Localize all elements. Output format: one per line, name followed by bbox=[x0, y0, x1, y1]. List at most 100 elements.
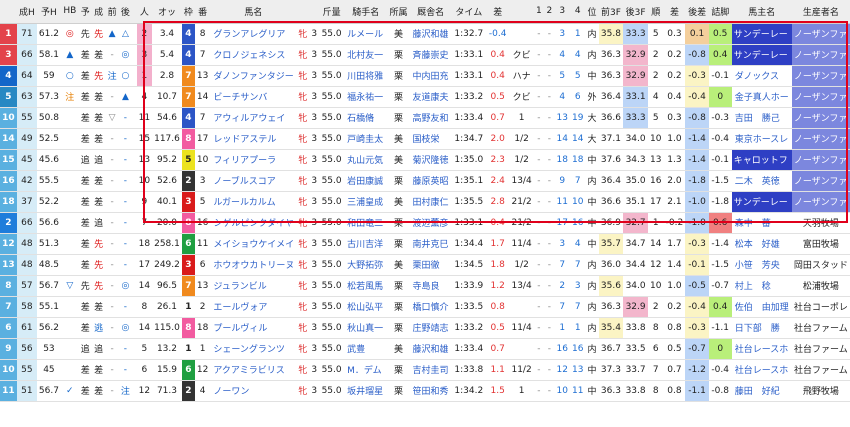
column-header[interactable]: 順 bbox=[647, 0, 664, 24]
owner-link: 藤田 好紀 bbox=[731, 380, 792, 402]
cell-ato3: 32.9 bbox=[623, 44, 648, 66]
column-header[interactable]: 3 bbox=[554, 0, 570, 24]
cell-p2: - bbox=[544, 212, 555, 234]
cell-ban: 13 bbox=[194, 65, 211, 87]
column-header[interactable]: タイム bbox=[451, 0, 486, 24]
column-header[interactable] bbox=[509, 0, 534, 24]
column-header[interactable]: 生産者名 bbox=[791, 0, 850, 24]
column-header[interactable]: 差 bbox=[485, 0, 510, 24]
cell-ninki: 10 bbox=[136, 170, 153, 192]
column-header[interactable]: 枠 bbox=[181, 0, 195, 24]
cell-sa: 1.4 bbox=[663, 254, 686, 276]
table-row[interactable]: 12 48 51.3 差先 - -18 258.1 6 11 メイショウケイメイ牝 3 55.0 古川吉… bbox=[0, 233, 850, 255]
column-header[interactable]: 成 bbox=[91, 0, 106, 24]
table-row[interactable]: 15 45 45.6 追追 - -13 95.2 5 10 フィリアプーラ牝 3 55.0 丸山元気美菊… bbox=[0, 149, 850, 171]
row-rank: 18 bbox=[0, 191, 17, 213]
column-header[interactable]: 詰脚 bbox=[708, 0, 732, 24]
column-header[interactable]: 成H bbox=[16, 0, 37, 24]
table-row[interactable]: 1 71 61.2 ◎ 先先 ▲ △ 2 3.4 4 8 グランアレグリア牝 3 55.0 ルメール美藤沢和… bbox=[0, 23, 850, 45]
cell-yh: 45.6 bbox=[36, 149, 61, 171]
cell-shozoku: 栗 bbox=[387, 380, 410, 402]
cell-yo: 差 bbox=[78, 107, 92, 129]
column-header[interactable]: 後 bbox=[118, 0, 132, 24]
column-header[interactable]: 前 bbox=[105, 0, 119, 24]
column-header[interactable]: オッ bbox=[152, 0, 182, 24]
cell-sex: 牝 bbox=[296, 254, 310, 276]
column-header[interactable] bbox=[309, 0, 320, 24]
cell-kin: 55.0 bbox=[319, 170, 345, 192]
cell-sh: 48 bbox=[16, 233, 37, 255]
column-header[interactable]: 位 bbox=[585, 0, 599, 24]
table-row[interactable]: 9 56 53 追追 - -5 13.2 1 1 シェーングランツ牝 3 55.0 武豊美藤沢和雄 1:3… bbox=[0, 338, 850, 360]
table-row[interactable]: 3 66 58.1 ▲ 差差 - ◎ 3 5.4 4 7 クロノジェネシス牝 3 55.0 北村友一栗斉藤崇… bbox=[0, 44, 850, 66]
cell-odds: 2.8 bbox=[152, 65, 182, 87]
cell-p2: - bbox=[544, 23, 555, 45]
table-row[interactable]: 10 55 45 差差 - -6 15.9 6 12 アクアミラビリス牝 3 55.0 M．デム栗吉村圭… bbox=[0, 359, 850, 381]
column-header[interactable]: 番 bbox=[194, 0, 211, 24]
table-row[interactable]: 5 63 57.3 注差差 - ▲ 4 10.7 7 14 ビーチサンバ牝 3 55.0 福永祐一栗友道康… bbox=[0, 86, 850, 108]
cell-chaku: ハナ bbox=[509, 65, 534, 87]
cell-p3: 3 bbox=[554, 233, 570, 255]
cell-p1: - bbox=[533, 338, 545, 360]
column-header[interactable] bbox=[0, 0, 17, 24]
column-header[interactable]: 4 bbox=[569, 0, 586, 24]
column-header[interactable]: 予 bbox=[78, 0, 92, 24]
table-row[interactable]: 7 58 55.1 差差 - -8 26.1 1 2 エールヴォア牝 3 55.0 松山弘平栗橋口慎介 1… bbox=[0, 296, 850, 318]
table-row[interactable]: 10 55 50.8 差差 ▽ -11 54.6 4 7 アウィルアウェイ牝 3 55.0 石橋脩栗高野… bbox=[0, 107, 850, 129]
cell-odds: 96.5 bbox=[152, 275, 182, 297]
breeder-name: 飛野牧場 bbox=[791, 380, 850, 402]
table-row[interactable]: 6 61 56.2 差逃 - ◎ 14 115.0 8 18 プールヴィル牝 3 55.0 秋山真一栗庄野… bbox=[0, 317, 850, 339]
column-header[interactable]: 差 bbox=[663, 0, 686, 24]
table-row[interactable]: 13 48 48.5 差先 - -17 249.2 3 6 ホウオウカトリーヌ牝 3 55.0 大野拓弥… bbox=[0, 254, 850, 276]
column-header[interactable] bbox=[296, 0, 310, 24]
trainer-link: 斉藤崇史 bbox=[409, 44, 452, 66]
column-header[interactable]: 所属 bbox=[387, 0, 410, 24]
cell-ban: 3 bbox=[194, 170, 211, 192]
cell-odds: 52.6 bbox=[152, 170, 182, 192]
cell-ato: - bbox=[118, 254, 132, 276]
column-header[interactable]: 予H bbox=[36, 0, 61, 24]
column-header[interactable]: 厩舎名 bbox=[409, 0, 452, 24]
breeder-name: ノーザンファ bbox=[791, 44, 850, 66]
cell-p2: - bbox=[544, 86, 555, 108]
column-header[interactable]: HB bbox=[60, 0, 79, 24]
column-header[interactable]: 2 bbox=[544, 0, 555, 24]
cell-se: 差 bbox=[91, 107, 106, 129]
column-header[interactable]: 後3F bbox=[623, 0, 648, 24]
table-row[interactable]: 14 49 52.5 差差 - -15 117.6 8 17 レッドアステル牝 3 55.0 戸崎圭太美… bbox=[0, 128, 850, 150]
cell-yh: 61.2 bbox=[36, 23, 61, 45]
cell-time: 1:33.9 bbox=[451, 275, 486, 297]
cell-yh: 59 bbox=[36, 65, 61, 87]
table-row[interactable]: 16 42 55.5 差差 - -10 52.6 2 3 ノーブルスコア牝 3 55.0 岩田康誠栗藤原… bbox=[0, 170, 850, 192]
cell-p2: - bbox=[544, 128, 555, 150]
cell-diff: 0.8 bbox=[485, 296, 510, 318]
column-header[interactable]: 1 bbox=[533, 0, 545, 24]
table-row[interactable]: 4 64 59 ○ 差先注 ○ 1 2.8 7 13 ダノンファンタジー牝 3 55.0 川田将雅栗中内田… bbox=[0, 65, 850, 87]
column-header[interactable]: 馬名 bbox=[210, 0, 297, 24]
cell-kin: 55.0 bbox=[319, 86, 345, 108]
cell-sh: 71 bbox=[16, 23, 37, 45]
cell-shozoku: 栗 bbox=[387, 44, 410, 66]
cell-yo: 差 bbox=[78, 44, 92, 66]
cell-mae: - bbox=[105, 338, 119, 360]
table-row[interactable]: 2 66 56.6 差追 - -7 20.0 8 16 シゲルピンクダイヤ牝 3 55.0 和田竜二栗渡… bbox=[0, 212, 850, 234]
column-header[interactable]: 人 bbox=[136, 0, 153, 24]
cell-jun: 2 bbox=[647, 296, 664, 318]
cell-zen: 35.8 bbox=[598, 23, 624, 45]
cell-yo: 差 bbox=[78, 359, 92, 381]
table-row[interactable]: 18 37 52.2 差差 - -9 40.1 3 5 ルガールカルム牝 3 55.0 三浦皇成美田村康… bbox=[0, 191, 850, 213]
column-header[interactable]: 馬主名 bbox=[731, 0, 792, 24]
cell-tsume: -0.1 bbox=[708, 149, 732, 171]
cell-yo: 差 bbox=[78, 170, 92, 192]
cell-atosa: -1.2 bbox=[685, 359, 709, 381]
column-header[interactable]: 前3F bbox=[598, 0, 624, 24]
table-row[interactable]: 8 57 56.7 ▽ 先先 - ◎ 14 96.5 7 13 ジュランビル牝 3 55.0 松若風馬栗寺島… bbox=[0, 275, 850, 297]
cell-p4: 14 bbox=[569, 128, 586, 150]
column-header[interactable]: 後差 bbox=[685, 0, 709, 24]
column-header[interactable]: 騎手名 bbox=[344, 0, 388, 24]
table-row[interactable]: 11 51 56.7 ✓ 差差 - 注 12 71.3 2 4 ノーワン牝 3 55.0 坂井瑠星栗笹田和秀… bbox=[0, 380, 850, 402]
trainer-link: 高野友和 bbox=[409, 107, 452, 129]
cell-p3: 17 bbox=[554, 212, 570, 234]
column-header[interactable]: 斤量 bbox=[319, 0, 345, 24]
cell-yo: 差 bbox=[78, 86, 92, 108]
